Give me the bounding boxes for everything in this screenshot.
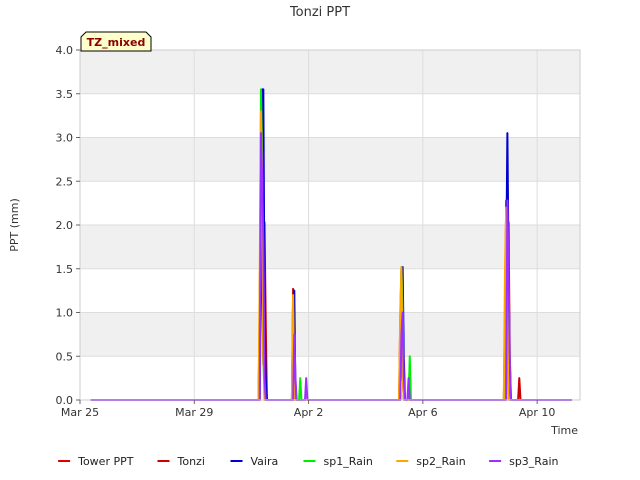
- y-tick-label: 3.5: [56, 88, 74, 101]
- legend-label: sp3_Rain: [509, 455, 558, 468]
- badge-label: TZ_mixed: [87, 36, 146, 49]
- y-tick-label: 2.5: [56, 175, 74, 188]
- y-tick-label: 0.5: [56, 350, 74, 363]
- chart-title: Tonzi PPT: [289, 5, 350, 20]
- x-tick-label: Apr 10: [519, 406, 556, 419]
- x-tick-label: Mar 29: [175, 406, 213, 419]
- legend: Tower PPT Tonzi Vaira sp1_Rain sp2_Rain sp3_R…: [58, 455, 559, 468]
- site-badge: TZ_mixed: [80, 31, 152, 52]
- legend-label: Tonzi: [177, 455, 205, 468]
- legend-label: sp2_Rain: [416, 455, 465, 468]
- plot-band: [80, 50, 580, 94]
- y-tick-label: 4.0: [56, 44, 74, 57]
- plot-band: [80, 137, 580, 182]
- chart: 0.00.51.01.52.02.53.03.54.0 Mar 25 Mar 29…: [8, 5, 581, 468]
- x-tick-label: Apr 2: [294, 406, 324, 419]
- legend-label: Vaira: [251, 455, 279, 468]
- x-axis-label: Time: [550, 424, 578, 437]
- x-tick-label: Apr 6: [408, 406, 438, 419]
- y-tick-label: 2.0: [56, 219, 74, 232]
- plot-band: [80, 93, 580, 138]
- y-tick-label: 3.0: [56, 132, 74, 145]
- y-axis-ticks: 0.00.51.01.52.02.53.03.54.0: [56, 44, 80, 407]
- legend-label: sp1_Rain: [324, 455, 373, 468]
- x-axis-ticks: Mar 25 Mar 29 Apr 2 Apr 6 Apr 10: [61, 400, 556, 419]
- y-axis-label: PPT (mm): [8, 198, 21, 252]
- legend-label: Tower PPT: [77, 455, 134, 468]
- x-tick-label: Mar 25: [61, 406, 99, 419]
- y-tick-label: 1.5: [56, 263, 74, 276]
- y-tick-label: 1.0: [56, 307, 74, 320]
